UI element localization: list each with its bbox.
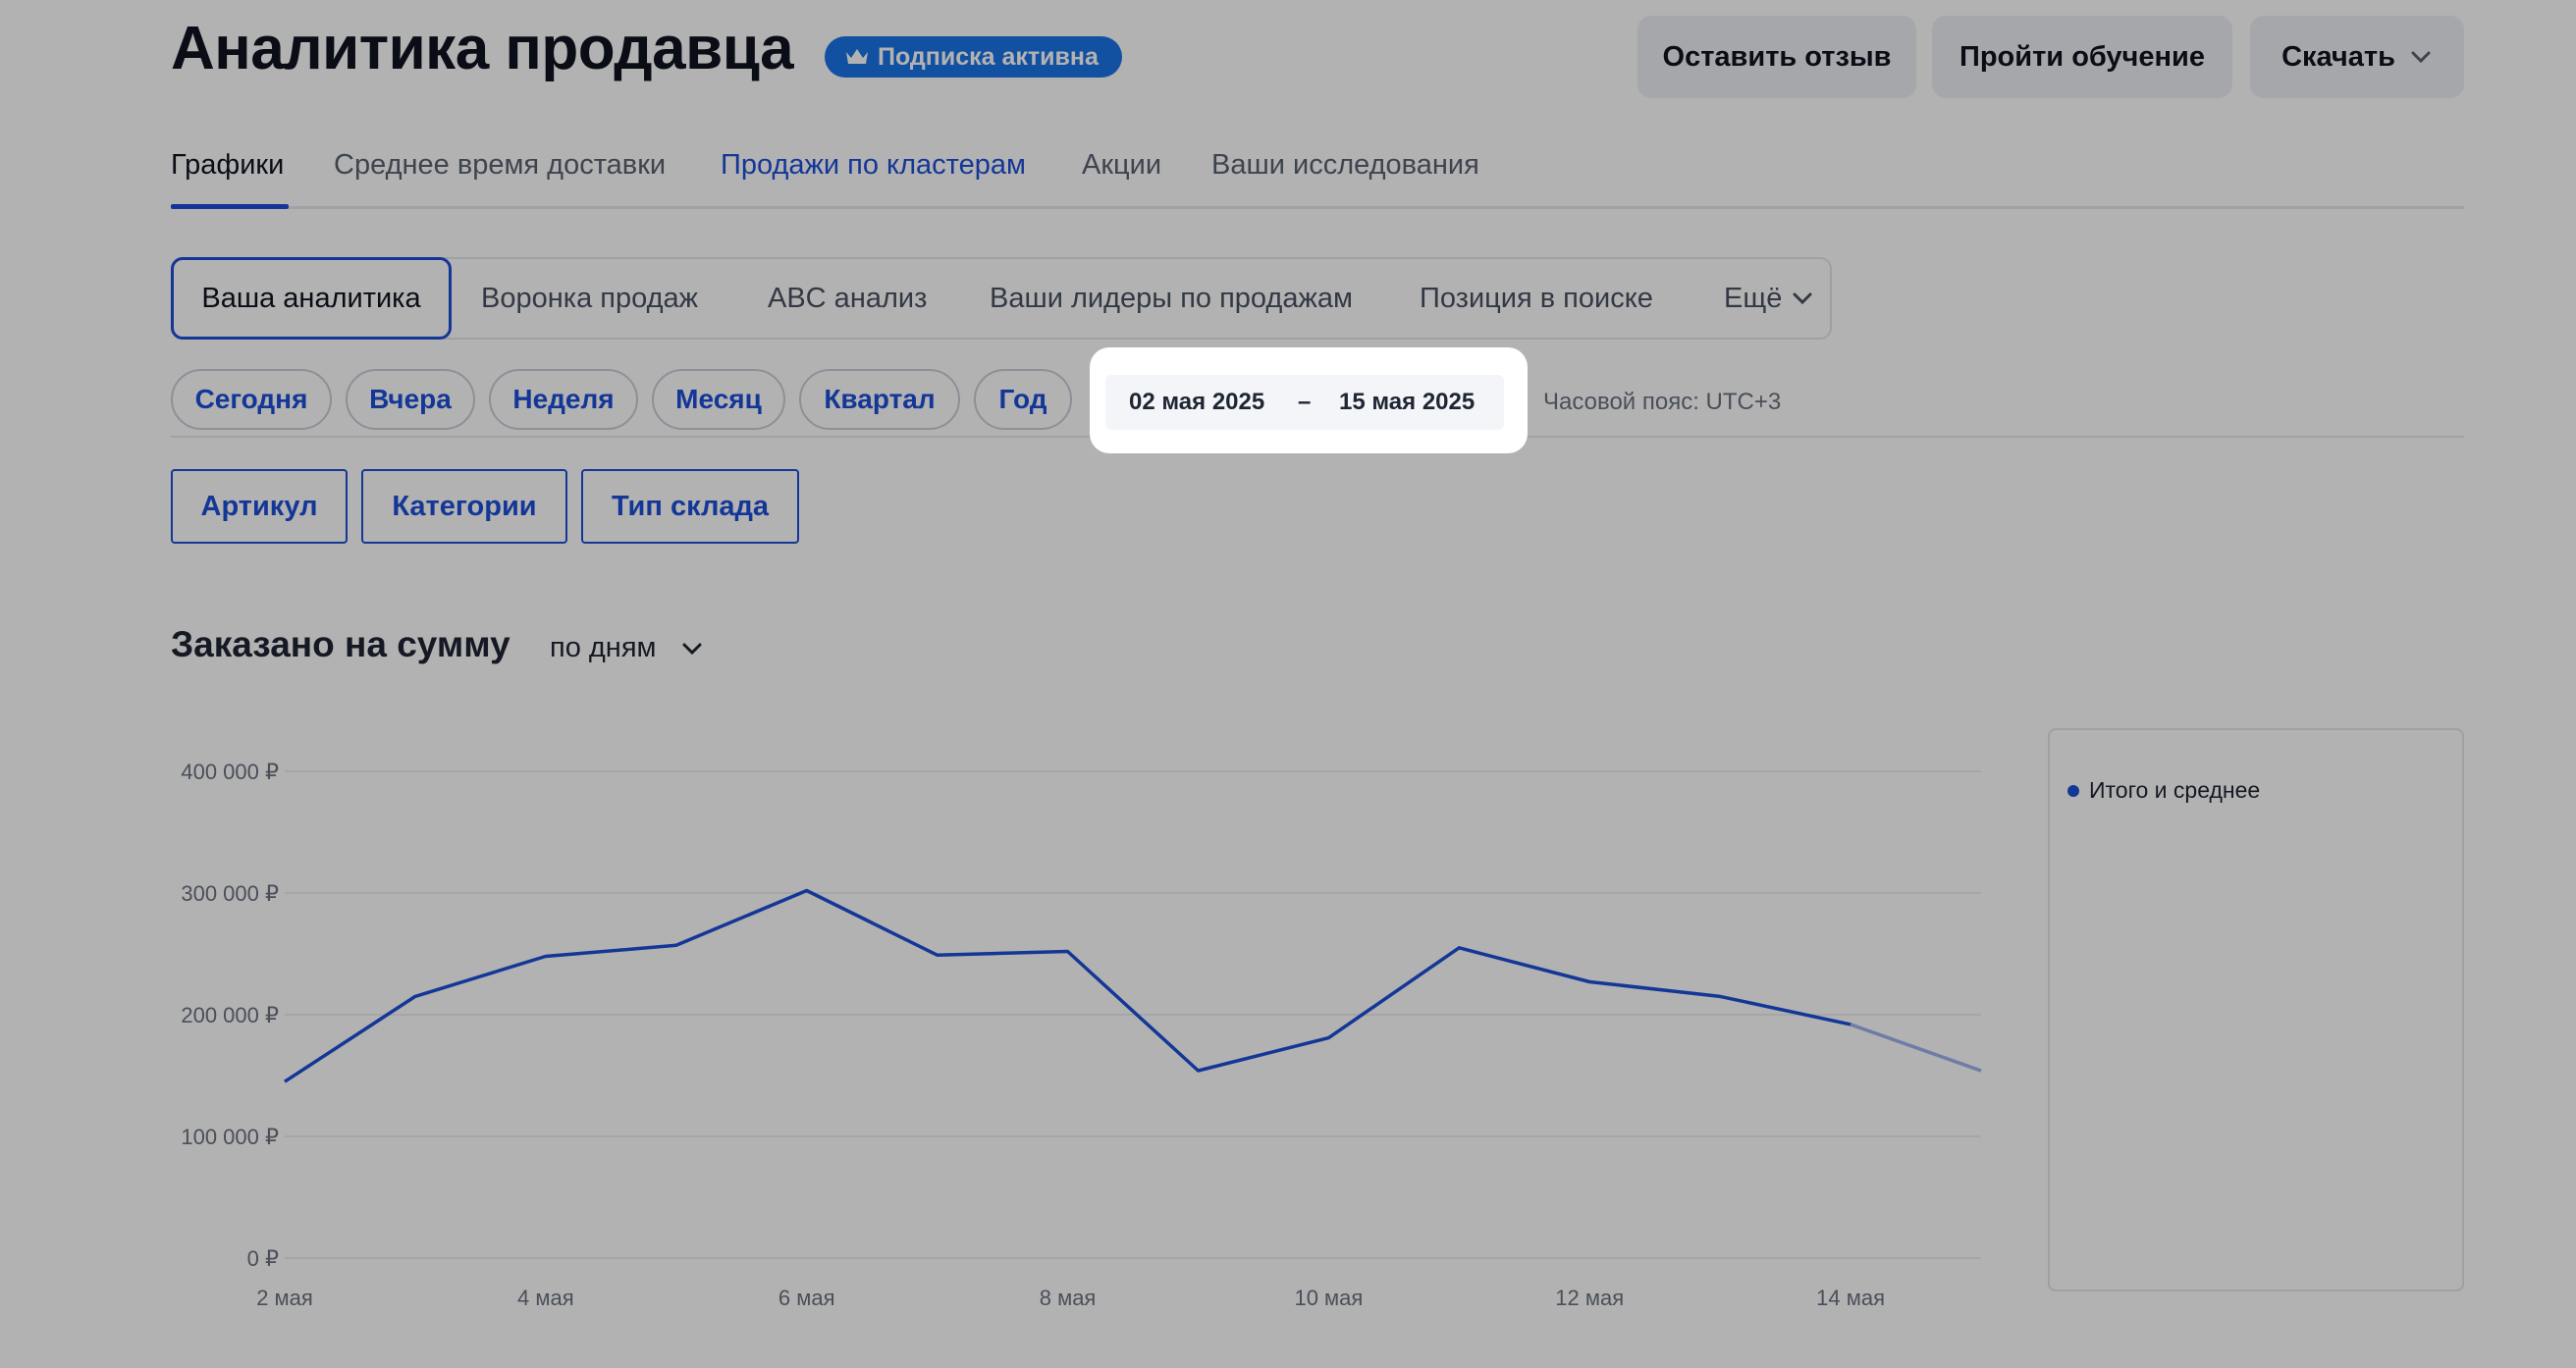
legend-dot-icon: [2067, 784, 2079, 797]
date-separator: –: [1298, 389, 1312, 415]
seller-analytics-page: Аналитика продавца Подписка активна Оста…: [0, 0, 2576, 1368]
date-from: 02 мая 2025: [1129, 389, 1265, 415]
y-tick-label: 100 000 ₽: [181, 1125, 279, 1149]
legend-item-label: Итого и среднее: [2089, 777, 2261, 803]
x-tick-label: 2 мая: [256, 1286, 313, 1310]
data-point: [412, 993, 418, 999]
x-tick-label: 14 мая: [1816, 1286, 1885, 1310]
data-point: [1195, 1068, 1201, 1074]
data-point: [543, 953, 549, 959]
x-tick-label: 12 мая: [1555, 1286, 1624, 1310]
x-tick-label: 10 мая: [1294, 1286, 1363, 1310]
series-line: [284, 888, 1852, 1083]
x-tick-label: 8 мая: [1040, 1286, 1097, 1310]
data-point: [673, 942, 679, 948]
data-point: [1717, 993, 1723, 999]
y-tick-label: 0 ₽: [247, 1246, 279, 1271]
data-point: [1065, 949, 1071, 955]
data-point: [804, 888, 810, 894]
chart-legend: Итого и среднее: [2048, 728, 2464, 1291]
series-line-partial: [1850, 1023, 1982, 1073]
y-tick-label: 200 000 ₽: [181, 1003, 279, 1027]
date-to: 15 мая 2025: [1339, 389, 1476, 415]
data-point: [1978, 1068, 1984, 1074]
data-point: [1325, 1035, 1331, 1041]
data-point: [1586, 979, 1592, 985]
y-tick-label: 400 000 ₽: [181, 760, 279, 784]
data-point: [1456, 945, 1462, 951]
x-tick-label: 4 мая: [517, 1286, 574, 1310]
data-point: [1848, 1022, 1853, 1027]
x-tick-label: 6 мая: [778, 1286, 835, 1310]
date-range-highlight: 02 мая 2025 – 15 мая 2025: [1090, 347, 1528, 453]
y-tick-label: 300 000 ₽: [181, 881, 279, 906]
legend-item-total[interactable]: Итого и среднее: [2067, 777, 2260, 804]
data-point: [282, 1079, 288, 1084]
date-range-picker[interactable]: 02 мая 2025 – 15 мая 2025: [1105, 375, 1504, 430]
data-point: [935, 952, 940, 958]
